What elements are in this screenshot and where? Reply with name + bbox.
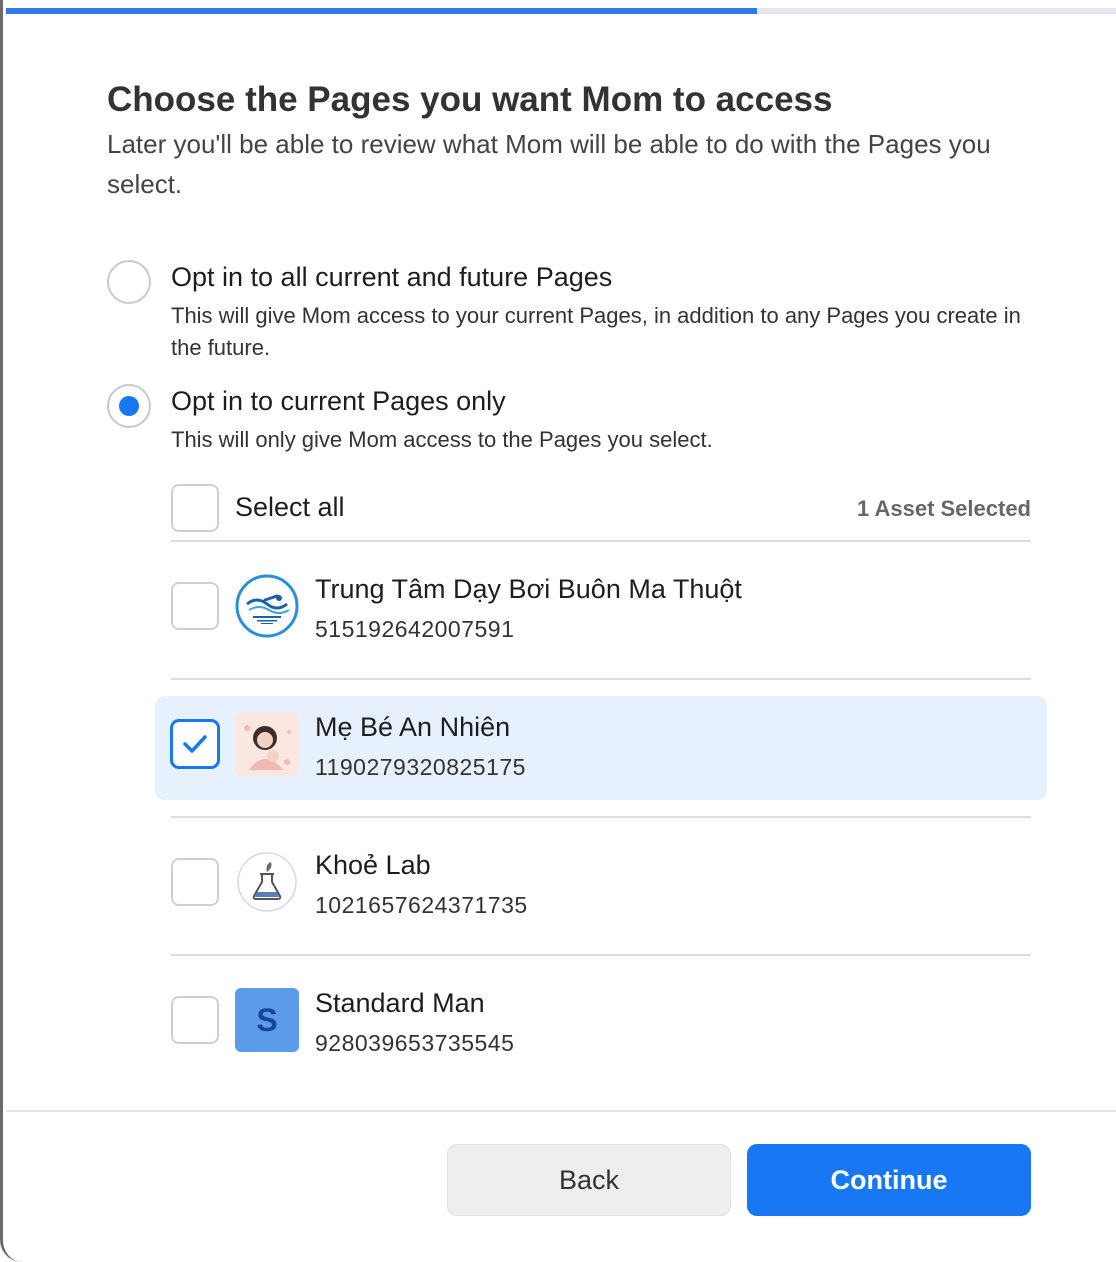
dialog-content: Choose the Pages you want Mom to access … — [107, 78, 1037, 204]
avatar-letter: S — [256, 1001, 278, 1038]
option-current-pages-description: This will only give Mom access to the Pa… — [171, 427, 713, 452]
page-subtitle: Later you'll be able to review what Mom … — [107, 129, 991, 199]
page-checkbox[interactable] — [171, 858, 219, 906]
footer-divider — [6, 1110, 1116, 1112]
page-row-selected[interactable]: Mẹ Bé An Nhiên 1190279320825175 — [155, 696, 1047, 800]
divider — [171, 954, 1031, 956]
divider — [171, 540, 1031, 542]
page-checkbox[interactable] — [171, 996, 219, 1044]
swim-center-logo — [235, 574, 299, 638]
page-title: Choose the Pages you want Mom to access — [107, 80, 833, 119]
page-name: Standard Man — [315, 988, 485, 1018]
page-id: 928039653735545 — [315, 1030, 515, 1056]
continue-button[interactable]: Continue — [747, 1144, 1031, 1216]
page-id: 1021657624371735 — [315, 892, 528, 918]
divider — [171, 678, 1031, 680]
option-all-pages-description: This will give Mom access to your curren… — [171, 303, 1021, 360]
option-current-pages-label: Opt in to current Pages only — [171, 386, 506, 416]
page-id: 1190279320825175 — [315, 754, 526, 780]
page-name: Khoẻ Lab — [315, 850, 431, 880]
page-name: Mẹ Bé An Nhiên — [315, 712, 511, 742]
progress-bar-fill — [6, 8, 758, 14]
page-id: 515192642007591 — [315, 616, 515, 642]
divider — [171, 816, 1031, 818]
page-row[interactable]: Khoẻ Lab 1021657624371735 — [171, 834, 1031, 938]
select-all-checkbox[interactable] — [171, 484, 219, 532]
radio-all-pages[interactable] — [107, 260, 151, 304]
page-row[interactable]: S Standard Man 928039653735545 — [171, 972, 1031, 1076]
page-checkbox-checked[interactable] — [171, 720, 219, 768]
checkmark-icon — [183, 735, 207, 753]
option-all-pages-label: Opt in to all current and future Pages — [171, 262, 613, 292]
dialog: Choose the Pages you want Mom to access … — [0, 0, 1116, 1262]
radio-current-pages[interactable] — [107, 384, 151, 428]
mother-baby-illustration — [235, 712, 299, 776]
progress-bar — [6, 8, 1116, 14]
page-name: Trung Tâm Dạy Bơi Buôn Ma Thuột — [315, 574, 742, 604]
asset-count-label: 1 Asset Selected — [856, 496, 1031, 521]
select-all-label: Select all — [235, 492, 345, 522]
page-checkbox[interactable] — [171, 582, 219, 630]
letter-s-avatar: S — [235, 988, 299, 1052]
page-row[interactable]: Trung Tâm Dạy Bơi Buôn Ma Thuột 51519264… — [171, 558, 1031, 662]
select-all-row[interactable]: Select all 1 Asset Selected — [171, 484, 1031, 540]
back-button[interactable]: Back — [447, 1144, 731, 1216]
flask-leaf-logo — [235, 850, 299, 914]
